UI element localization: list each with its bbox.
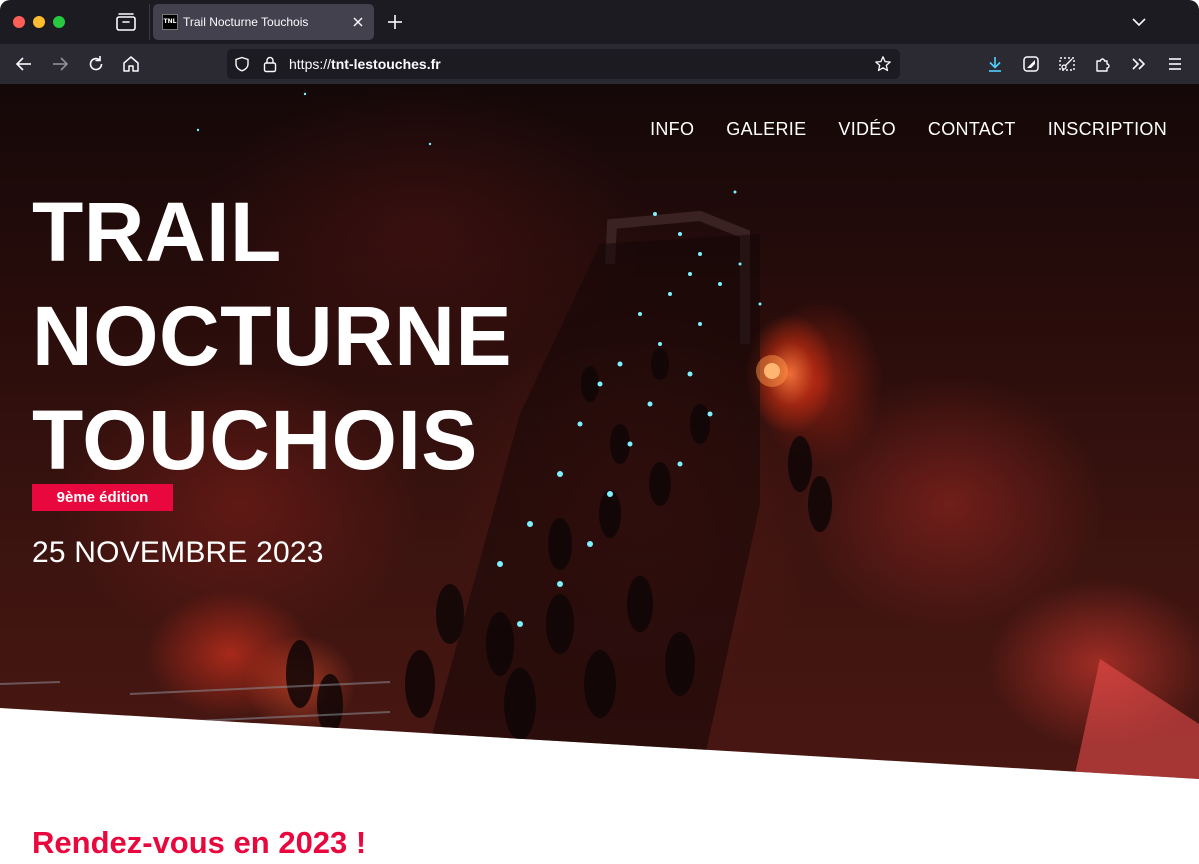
reload-icon[interactable] <box>86 54 106 74</box>
back-arrow-icon[interactable] <box>14 54 34 74</box>
star-icon[interactable] <box>874 55 892 73</box>
url-prefix: https:// <box>289 56 332 72</box>
section-heading: Rendez-vous en 2023 ! <box>32 825 366 861</box>
section-heading-prefix: Rendez-vous en <box>32 825 279 860</box>
hero-title-line: TRAIL <box>32 185 282 279</box>
tab-separator <box>149 4 150 40</box>
home-icon[interactable] <box>121 54 141 74</box>
tab-title: Trail Nocturne Touchois <box>183 15 309 29</box>
screenshot-icon[interactable] <box>1057 54 1077 74</box>
shield-icon[interactable] <box>234 56 250 72</box>
tab-favicon: TNL <box>162 14 178 30</box>
hero-title-line: TOUCHOIS <box>32 393 478 487</box>
forward-arrow-icon[interactable] <box>50 54 70 74</box>
plus-icon[interactable] <box>386 13 404 31</box>
chevron-down-icon[interactable] <box>1131 15 1147 29</box>
download-icon[interactable] <box>985 54 1005 74</box>
edition-badge: 9ème édition <box>32 484 173 511</box>
close-icon[interactable] <box>351 15 365 29</box>
hamburger-menu-icon[interactable] <box>1165 54 1185 74</box>
url-text[interactable]: https://tnt-lestouches.fr <box>289 56 441 72</box>
puzzle-icon[interactable] <box>1093 54 1113 74</box>
hero-section: INFO GALERIE VIDÉO CONTACT INSCRIPTION T… <box>0 84 1199 779</box>
tab-overview-icon[interactable] <box>115 12 137 32</box>
nav-item-video[interactable]: VIDÉO <box>838 119 896 140</box>
address-bar[interactable]: https://tnt-lestouches.fr <box>227 49 900 79</box>
main-nav: INFO GALERIE VIDÉO CONTACT INSCRIPTION <box>650 119 1167 140</box>
web-page: INFO GALERIE VIDÉO CONTACT INSCRIPTION T… <box>0 84 1199 864</box>
section-heading-year: 2023 <box>278 825 348 860</box>
browser-titlebar: TNL Trail Nocturne Touchois <box>0 0 1199 44</box>
extension-square-icon[interactable] <box>1021 54 1041 74</box>
url-domain: tnt-lestouches.fr <box>331 56 441 72</box>
hero-title: TRAIL NOCTURNE TOUCHOIS <box>32 180 512 492</box>
browser-toolbar: https://tnt-lestouches.fr <box>0 44 1199 84</box>
nav-item-galerie[interactable]: GALERIE <box>726 119 806 140</box>
nav-item-contact[interactable]: CONTACT <box>928 119 1016 140</box>
hero-title-line: NOCTURNE <box>32 289 512 383</box>
chevrons-right-icon[interactable] <box>1129 54 1149 74</box>
nav-item-info[interactable]: INFO <box>650 119 694 140</box>
minimize-window-button[interactable] <box>33 16 45 28</box>
section-heading-suffix: ! <box>347 825 367 860</box>
nav-item-inscription[interactable]: INSCRIPTION <box>1048 119 1167 140</box>
maximize-window-button[interactable] <box>53 16 65 28</box>
close-window-button[interactable] <box>13 16 25 28</box>
lock-icon[interactable] <box>262 55 278 73</box>
tab-active[interactable]: TNL Trail Nocturne Touchois <box>153 4 374 40</box>
event-date: 25 NOVEMBRE 2023 <box>32 536 324 569</box>
